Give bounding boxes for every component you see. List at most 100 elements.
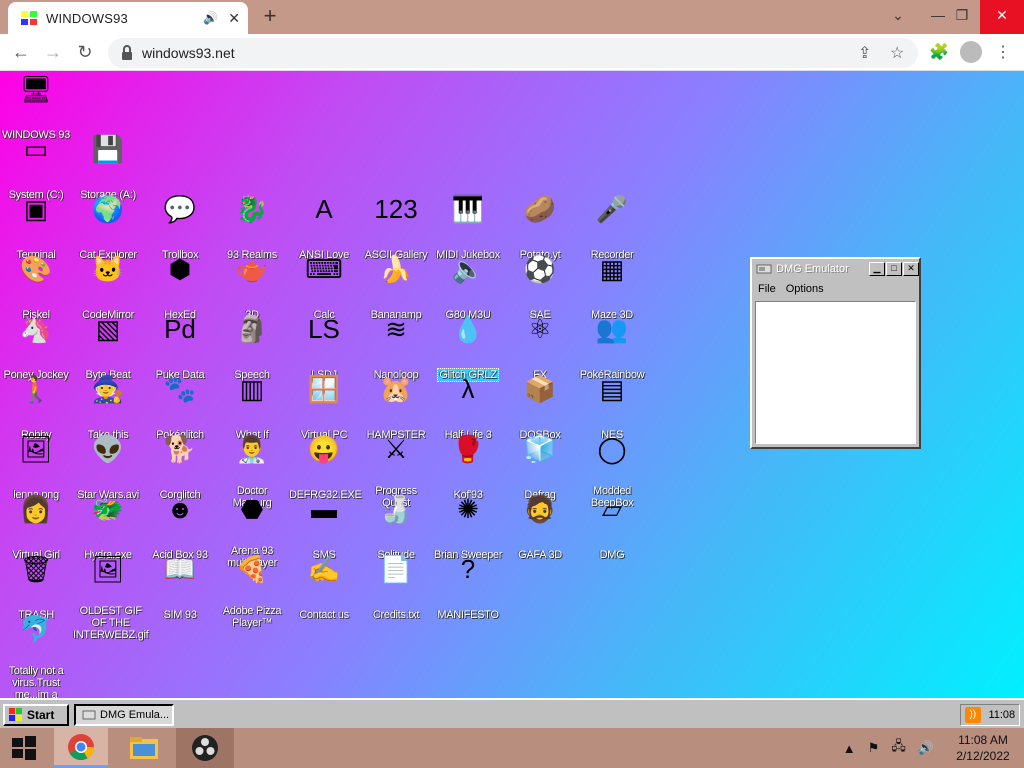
browser-tab[interactable]: WINDOWS93 🔊 ✕	[8, 2, 248, 34]
hamster-icon: 🐹	[379, 374, 413, 404]
trash-icon: 🗑	[19, 554, 53, 584]
bottle-icon: 🍶	[379, 494, 413, 524]
desktop-icon[interactable]: 🧔 GAFA 3D	[504, 493, 576, 563]
taskbar-item-dmg-emulator[interactable]: DMG Emula...	[74, 704, 174, 726]
paint-palette-icon: 🎨	[19, 254, 53, 284]
pokemon-group-icon: 👥	[595, 314, 629, 344]
desktop-icon[interactable]: ▱ DMG	[576, 493, 648, 563]
gameboy-icon	[756, 264, 772, 273]
start-button[interactable]: Start	[3, 704, 69, 726]
flag-icon[interactable]: ⚑	[868, 740, 880, 756]
checkered-ball-icon: ⚽	[523, 254, 557, 284]
numbers-icon: 123	[374, 194, 418, 224]
desktop-icon[interactable]: 🖼 OLDEST GIF OF THE INTERWEBZ.gif	[72, 553, 149, 643]
rss-icon[interactable]: ))	[964, 707, 981, 723]
windows-logo-icon	[12, 736, 36, 760]
dolphin-icon: 🐬	[19, 614, 53, 644]
question-mark-icon: ?	[460, 554, 476, 584]
chrome-icon	[68, 733, 95, 760]
dmg-window-titlebar[interactable]: DMG Emulator ▁ □ ✕	[752, 259, 919, 279]
taskbar-item-label: DMG Emula...	[100, 709, 170, 721]
desktop-icon-label: OLDEST GIF OF THE INTERWEBZ.gif	[73, 605, 149, 641]
taskbar-file-explorer-button[interactable]	[118, 728, 170, 768]
floppy-drive-icon: 💾	[91, 134, 125, 164]
tab-search-chevron-icon[interactable]: ⌄	[878, 0, 918, 34]
face-icon: 🗿	[235, 314, 269, 344]
tray-chevron-icon[interactable]: ▲	[843, 741, 856, 756]
menu-kebab-icon[interactable]: ⋮	[992, 42, 1014, 62]
desktop-icon[interactable]: 📖 SIM 93	[144, 553, 216, 623]
piano-icon: 🎹	[451, 194, 485, 224]
gameboy-icon: ▱	[602, 494, 622, 524]
menu-file[interactable]: File	[758, 283, 776, 295]
host-system-tray: ▲ ⚑ 🖧 🔊 11:08 AM 2/12/2022	[837, 728, 1024, 768]
desktop-icon[interactable]: 🐬 Totally not a virus.Trust me...im a dol…	[0, 613, 72, 698]
green-wave-icon: ▧	[95, 314, 121, 344]
girl-face-icon: 👩	[19, 494, 53, 524]
reload-icon[interactable]: ↻	[72, 40, 98, 66]
terminal-icon: ▣	[23, 194, 49, 224]
start-label: Start	[27, 708, 55, 722]
potato-icon: 🥔	[523, 194, 557, 224]
green-ring-icon: ◯	[597, 434, 627, 464]
speaker-icon[interactable]: 🔊	[203, 11, 218, 25]
desktop-icon-label: Contact us	[299, 609, 349, 621]
puke-data-icon: Pd	[164, 314, 196, 344]
smiley-icon: ☻	[166, 494, 194, 524]
desktop-icon-label: Totally not a virus.Trust me...im a dolp…	[8, 665, 64, 698]
hard-drive-icon: ▭	[23, 134, 49, 164]
taskbar-obs-button[interactable]	[176, 728, 234, 768]
taskbar-chrome-button[interactable]	[54, 728, 108, 768]
dmg-screen-area[interactable]	[755, 301, 916, 444]
window-maximize-button[interactable]: □	[886, 261, 902, 276]
window-close-button[interactable]: ✕	[980, 0, 1024, 34]
volume-icon[interactable]: 🔊	[918, 740, 934, 756]
forward-arrow-icon[interactable]: →	[40, 40, 66, 66]
maze-icon: ▦	[599, 254, 625, 284]
dmg-emulator-window[interactable]: DMG Emulator ▁ □ ✕ File Options	[750, 257, 921, 449]
calculator-icon: ⌨	[305, 254, 343, 284]
windows93-clock: 11:08	[988, 709, 1016, 721]
green-screen-icon: ▥	[239, 374, 265, 404]
address-bar[interactable]: windows93.net ⇪ ☆	[108, 38, 918, 68]
menu-options[interactable]: Options	[786, 283, 824, 295]
mine-icon: ✺	[457, 494, 479, 524]
console-icon: ▬	[311, 494, 337, 524]
dmg-menu-bar: File Options	[752, 279, 919, 299]
lsdj-icon: LS	[308, 314, 340, 344]
folder-icon	[130, 737, 158, 759]
dragon-icon: 🐉	[235, 194, 269, 224]
windows93-system-tray: )) 11:08	[960, 704, 1020, 726]
back-arrow-icon[interactable]: ←	[8, 40, 34, 66]
desktop-icon-label: Adobe Pizza Player™	[222, 605, 282, 629]
new-tab-button[interactable]: +	[256, 4, 284, 30]
restore-button[interactable]: ❐	[942, 0, 982, 34]
windows-start-icon[interactable]	[0, 728, 48, 768]
cube-icon: ⬢	[168, 254, 192, 284]
image-file-icon: 🖼	[19, 434, 53, 464]
share-icon[interactable]: ⇪	[858, 43, 871, 63]
tab-title: WINDOWS93	[46, 10, 128, 26]
host-windows-taskbar: ▲ ⚑ 🖧 🔊 11:08 AM 2/12/2022	[0, 728, 1024, 768]
desktop-icon[interactable]: ? MANIFESTO	[432, 553, 504, 623]
network-icon[interactable]: 🖧	[891, 737, 906, 759]
window-minimize-button[interactable]: ▁	[869, 261, 885, 276]
profile-avatar-icon[interactable]	[960, 41, 982, 63]
extensions-puzzle-icon[interactable]: 🧩	[928, 42, 950, 62]
window-close-button[interactable]: ✕	[903, 261, 919, 276]
lock-icon	[122, 45, 132, 60]
clock-time: 11:08 AM	[958, 733, 1008, 747]
desktop-icon[interactable]: ✍ Contact us	[288, 553, 360, 623]
bookmark-star-icon[interactable]: ☆	[890, 43, 904, 63]
system-clock[interactable]: 11:08 AM 2/12/2022	[948, 732, 1018, 764]
letter-a-icon: A	[315, 194, 333, 224]
book-icon: 📖	[163, 554, 197, 584]
monk-icon: 🧙	[91, 374, 125, 404]
desktop-icon[interactable]: 🍕 Adobe Pizza Player™	[216, 553, 288, 631]
desktop-icon[interactable]: 📄 Credits.txt	[360, 553, 432, 623]
corgi-icon: 🐕	[163, 434, 197, 464]
teapot-icon: 🫖	[235, 254, 269, 284]
clock-date: 2/12/2022	[956, 749, 1010, 763]
tab-close-icon[interactable]: ✕	[228, 10, 240, 27]
windows93-taskbar: Start DMG Emula... )) 11:08	[0, 698, 1024, 728]
